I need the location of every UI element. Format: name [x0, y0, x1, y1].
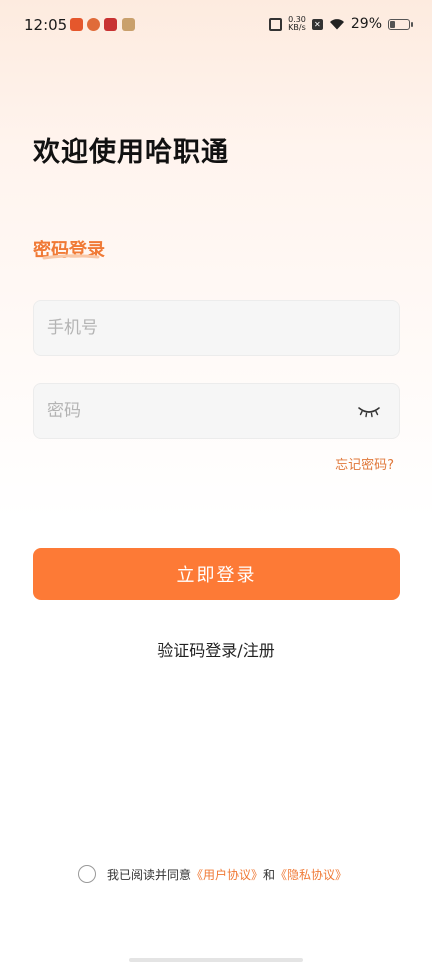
privacy-agreement-link[interactable]: 《隐私协议》: [275, 866, 347, 883]
network-speed: 0.30 KB/s: [288, 16, 306, 32]
agreement-conjunction: 和: [263, 867, 276, 882]
network-speed-unit: KB/s: [288, 23, 306, 32]
battery-fill: [390, 20, 395, 28]
vibrate-icon: [269, 17, 283, 31]
status-bar: 12:05 0.30 KB/s ✕ 29%: [0, 0, 432, 52]
agreement-prefix: 我已阅读并同意: [107, 867, 192, 882]
status-right-group: 0.30 KB/s ✕ 29%: [269, 16, 413, 32]
home-indicator[interactable]: [129, 958, 303, 962]
wifi-icon: [329, 19, 344, 30]
battery-percent: 29%: [350, 16, 382, 32]
battery-icon: [388, 18, 413, 30]
user-agreement-link[interactable]: 《用户协议》: [191, 866, 263, 883]
password-field[interactable]: [33, 383, 400, 439]
forgot-password-link[interactable]: 忘记密码?: [335, 454, 394, 473]
eye-closed-icon[interactable]: [357, 403, 381, 419]
phone-field[interactable]: [33, 300, 400, 356]
agreement-row: 我已阅读并同意 《用户协议》 和 《隐私协议》: [78, 865, 347, 883]
sms-login-register-link[interactable]: 验证码登录/注册: [0, 637, 432, 661]
app-notification-icon-2: [87, 18, 100, 31]
x-icon: ✕: [311, 18, 323, 30]
password-input[interactable]: [47, 384, 347, 438]
app-notification-icon-3: [104, 18, 117, 31]
status-time: 12:05: [24, 16, 68, 34]
app-notification-icon-4: [122, 18, 135, 31]
app-notification-icon-1: [70, 18, 83, 31]
tab-underline-decoration: [42, 254, 100, 260]
login-button[interactable]: 立即登录: [33, 548, 400, 600]
phone-input[interactable]: [47, 301, 347, 355]
agreement-checkbox[interactable]: [78, 865, 96, 883]
page-title: 欢迎使用哈职通: [33, 137, 229, 168]
